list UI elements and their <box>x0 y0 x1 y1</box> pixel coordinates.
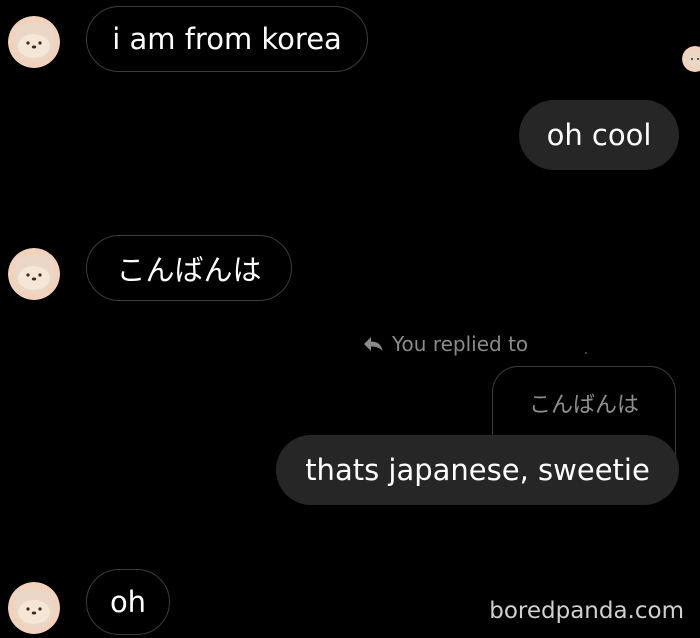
message-text: こんばんは <box>116 253 262 287</box>
message-text: i am from korea <box>112 22 342 56</box>
avatar[interactable] <box>8 16 60 68</box>
bear-avatar-icon <box>8 248 60 300</box>
avatar[interactable] <box>8 248 60 300</box>
message-text: thats japanese, sweetie <box>305 453 650 487</box>
incoming-message-bubble[interactable]: こんばんは <box>86 235 292 301</box>
reply-label-text: You replied to <box>392 332 529 356</box>
outgoing-message-bubble[interactable]: thats japanese, sweetie <box>276 435 679 505</box>
bear-avatar-icon <box>8 582 60 634</box>
incoming-message-bubble[interactable]: i am from korea <box>86 6 368 72</box>
watermark: boredpanda.com <box>489 598 684 624</box>
message-text: oh <box>109 585 147 619</box>
avatar[interactable] <box>8 582 60 634</box>
outgoing-message-bubble[interactable]: oh cool <box>519 100 679 170</box>
reply-indicator: You replied to <box>362 330 528 358</box>
message-text: oh cool <box>546 118 652 152</box>
incoming-message-bubble[interactable]: oh <box>86 569 170 635</box>
divider-dot <box>585 352 587 354</box>
bear-avatar-icon <box>8 16 60 68</box>
quoted-text: こんばんは <box>528 393 639 418</box>
reply-arrow-icon <box>364 337 383 351</box>
bear-avatar-icon <box>682 46 700 72</box>
avatar[interactable] <box>682 46 700 72</box>
